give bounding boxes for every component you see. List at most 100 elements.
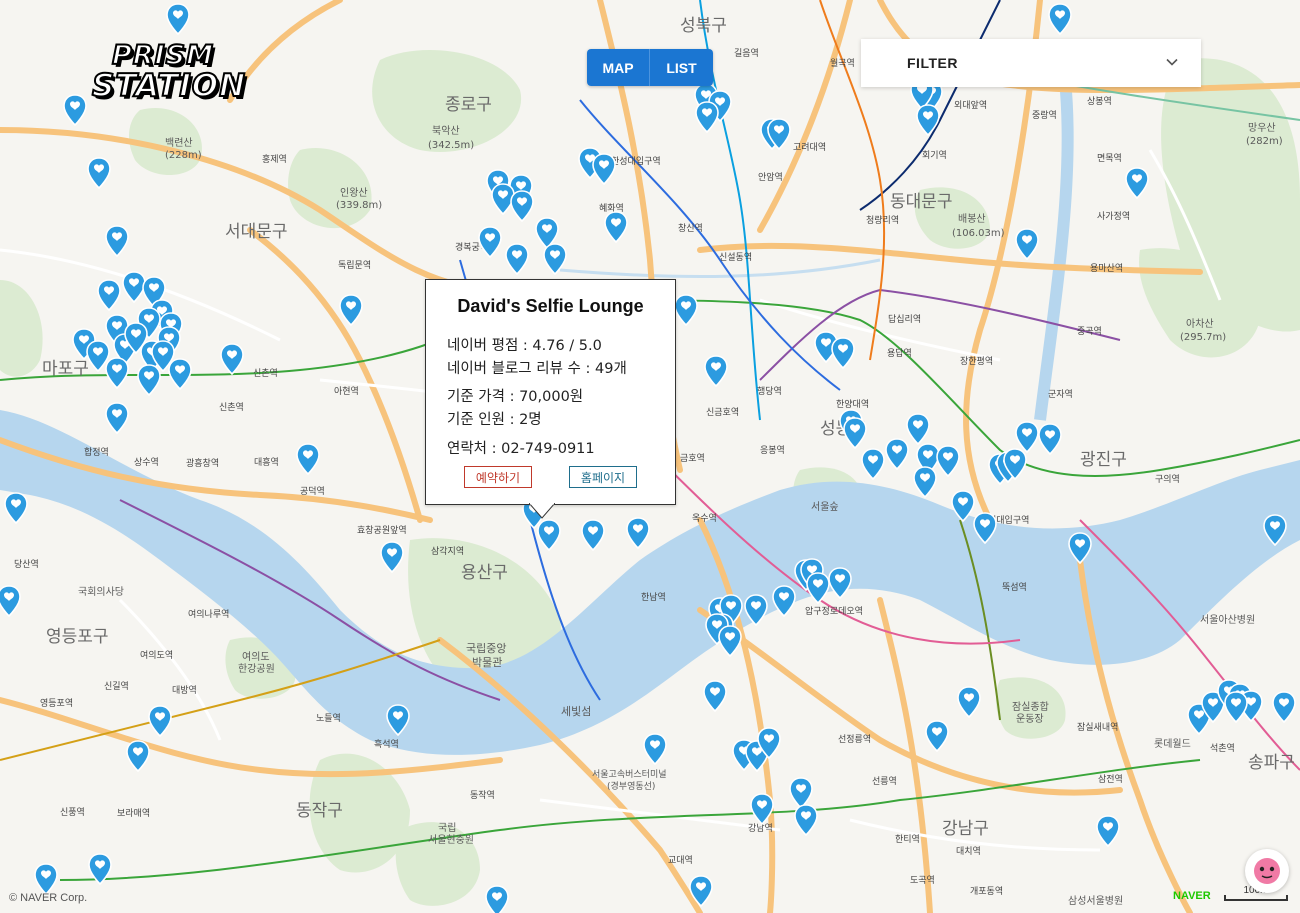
svg-text:당산역: 당산역 [14,559,39,570]
svg-text:뚝섬역: 뚝섬역 [1002,582,1027,593]
svg-text:대치역: 대치역 [956,845,981,857]
svg-text:월곡역: 월곡역 [830,57,855,69]
svg-text:한성대입구역: 한성대입구역 [611,155,661,167]
popup-pointer [529,503,555,519]
list-view-button[interactable]: LIST [650,49,713,86]
svg-text:선릉역: 선릉역 [872,776,897,787]
blog-review-count: 네이버 블로그 리뷰 수 : 49개 [447,361,627,377]
svg-text:용답역: 용답역 [887,347,912,359]
svg-text:(342.5m): (342.5m) [428,140,474,151]
svg-text:서울고속버스터미널: 서울고속버스터미널 [592,769,667,780]
chat-character-icon [1254,858,1280,884]
chevron-down-icon [1166,58,1178,66]
naver-rating: 네이버 평점 : 4.76 / 5.0 [447,338,602,354]
svg-text:중곡역: 중곡역 [1077,326,1102,337]
svg-text:신금호역: 신금호역 [706,407,739,418]
svg-text:(228m): (228m) [165,150,202,161]
svg-text:공덕역: 공덕역 [300,486,325,497]
svg-text:신설동역: 신설동역 [719,252,752,263]
svg-text:회기역: 회기역 [922,150,947,161]
filter-dropdown[interactable]: FILTER [861,39,1201,87]
svg-text:교대역: 교대역 [668,855,693,866]
svg-text:인왕산: 인왕산 [340,187,368,199]
svg-text:홍제역: 홍제역 [262,153,287,165]
svg-text:독립문역: 독립문역 [338,260,371,271]
svg-text:한강공원: 한강공원 [238,663,275,675]
contact-phone: 연락처 : 02-749-0911 [447,441,595,457]
svg-text:창신역: 창신역 [678,223,703,234]
svg-text:(339.8m): (339.8m) [336,200,382,211]
svg-text:대방역: 대방역 [172,685,197,696]
svg-text:용마산역: 용마산역 [1090,263,1123,274]
svg-text:도곡역: 도곡역 [910,875,935,886]
svg-text:삼성서울병원: 삼성서울병원 [1068,895,1123,907]
svg-text:서대문구: 서대문구 [225,222,288,242]
svg-text:송파구: 송파구 [1248,753,1295,773]
svg-text:상봉역: 상봉역 [1087,96,1112,107]
svg-text:배봉산: 배봉산 [958,213,986,225]
svg-text:청량리역: 청량리역 [866,214,899,226]
svg-text:국립: 국립 [438,821,456,834]
svg-text:사가정역: 사가정역 [1097,211,1130,222]
svg-text:한남역: 한남역 [641,592,666,603]
svg-text:신촌역: 신촌역 [253,368,278,379]
svg-text:동대문구: 동대문구 [890,192,953,212]
svg-text:영등포구: 영등포구 [46,627,109,647]
svg-text:백련산: 백련산 [165,137,193,149]
svg-text:상수역: 상수역 [134,457,159,468]
studio-info-popup: David's Selfie Lounge 네이버 평점 : 4.76 / 5.… [425,279,676,505]
svg-text:길음역: 길음역 [734,48,759,59]
svg-text:(295.7m): (295.7m) [1180,332,1226,343]
svg-text:망우산: 망우산 [1248,122,1276,134]
prism-station-logo[interactable]: PRISM STATION [91,39,246,105]
svg-text:국회의사당: 국회의사당 [78,586,124,598]
svg-text:서울아산병원: 서울아산병원 [1200,614,1255,626]
svg-text:신길역: 신길역 [104,681,129,692]
base-people: 기준 인원 : 2명 [447,412,542,428]
svg-text:세빛섬: 세빛섬 [561,705,591,718]
naver-logo[interactable]: NAVER [1173,890,1211,902]
svg-text:보라매역: 보라매역 [117,808,150,819]
svg-text:중랑역: 중랑역 [1032,109,1057,121]
svg-text:잠실새내역: 잠실새내역 [1077,722,1118,733]
svg-text:잠실종합: 잠실종합 [1012,701,1049,713]
svg-text:고려대역: 고려대역 [793,142,826,153]
svg-text:용산구: 용산구 [461,563,508,583]
svg-text:금호역: 금호역 [680,453,705,464]
scale-line [1224,895,1288,901]
svg-text:장한평역: 장한평역 [960,356,993,367]
svg-text:(106.03m): (106.03m) [952,228,1005,239]
svg-text:옥수역: 옥수역 [692,513,717,524]
svg-text:선정릉역: 선정릉역 [838,734,871,745]
svg-text:마포구: 마포구 [42,359,89,379]
homepage-button[interactable]: 홈페이지 [569,466,637,488]
svg-text:광흥창역: 광흥창역 [186,457,219,469]
svg-text:효창공원앞역: 효창공원앞역 [357,524,407,536]
map-view-button[interactable]: MAP [587,49,650,86]
svg-text:압구정로데오역: 압구정로데오역 [805,605,863,617]
svg-text:서울숲: 서울숲 [811,501,839,513]
svg-text:운동장: 운동장 [1016,713,1044,725]
svg-text:국립중앙: 국립중앙 [466,642,506,655]
logo-text-line1: PRISM [111,39,214,72]
svg-text:(282m): (282m) [1246,136,1283,147]
base-price: 기준 가격 : 70,000원 [447,389,584,405]
svg-text:아현역: 아현역 [334,386,359,397]
svg-text:행당역: 행당역 [757,385,782,397]
svg-text:북악산: 북악산 [432,125,460,137]
svg-text:동작구: 동작구 [296,801,343,821]
chat-button[interactable] [1245,849,1289,893]
svg-text:한양대역: 한양대역 [836,399,869,410]
svg-text:신풍역: 신풍역 [60,807,85,818]
svg-text:영등포역: 영등포역 [40,698,73,709]
svg-text:석촌역: 석촌역 [1210,743,1235,754]
reserve-button[interactable]: 예약하기 [464,466,532,488]
logo-text-line2: STATION [91,67,247,105]
svg-text:삼각지역: 삼각지역 [431,545,464,557]
view-toggle: MAP LIST [587,49,713,86]
map-copyright: © NAVER Corp. [9,892,88,904]
svg-text:합정역: 합정역 [84,447,109,458]
svg-text:한티역: 한티역 [895,834,920,845]
svg-text:안암역: 안암역 [758,171,783,183]
svg-text:흑석역: 흑석역 [374,738,399,750]
